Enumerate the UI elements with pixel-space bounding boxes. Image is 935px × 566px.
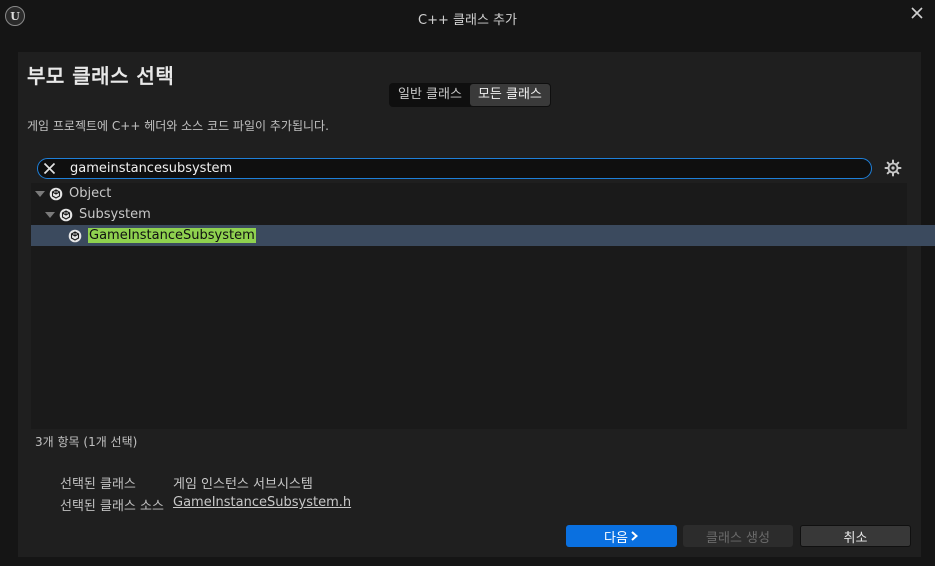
class-mode-toggle: 일반 클래스 모든 클래스 [389,83,551,107]
search-input[interactable] [70,160,860,177]
selected-source-link[interactable]: GameInstanceSubsystem.h [173,495,351,510]
title-bar: U C++ 클래스 추가 [0,0,935,36]
gear-icon[interactable] [884,159,902,177]
selected-class-label: 선택된 클래스 [60,477,136,492]
class-icon [59,208,73,221]
tree-row-object[interactable]: Object [31,183,911,204]
all-classes-button[interactable]: 모든 클래스 [469,84,550,106]
selected-class-value: 게임 인스턴스 서브시스템 [173,477,313,492]
search-box[interactable] [37,158,872,179]
tree-row-subsystem[interactable]: Subsystem [31,204,921,225]
selected-source-label: 선택된 클래스 소스 [60,499,164,514]
cancel-button[interactable]: 취소 [800,525,911,547]
common-classes-button[interactable]: 일반 클래스 [390,84,470,106]
tree-row-label: GameInstanceSubsystem [88,228,256,243]
expand-arrow-icon[interactable] [45,211,55,218]
close-icon[interactable] [909,5,925,21]
item-count: 3개 항목 (1개 선택) [35,435,138,449]
expand-arrow-icon[interactable] [35,190,45,197]
chevron-right-icon [631,531,638,541]
window-title: C++ 클래스 추가 [418,13,517,28]
page-title: 부모 클래스 선택 [27,64,175,88]
class-icon [68,229,82,242]
next-button-label: 다음 [604,530,628,546]
tree-row-gameinstancesubsystem[interactable]: GameInstanceSubsystem [31,225,935,246]
class-icon [49,187,63,200]
dialog-panel: 부모 클래스 선택 일반 클래스 모든 클래스 게임 프로젝트에 C++ 헤더와… [18,52,935,557]
create-class-button[interactable]: 클래스 생성 [683,525,793,547]
description-text: 게임 프로젝트에 C++ 헤더와 소스 코드 파일이 추가됩니다. [27,119,329,133]
class-tree: Object Subsystem GameInstanceSubsystem [31,183,935,429]
clear-search-icon[interactable] [42,161,57,176]
tree-row-label: Object [69,186,112,201]
next-button[interactable]: 다음 [566,525,677,547]
tree-row-label: Subsystem [79,207,151,222]
